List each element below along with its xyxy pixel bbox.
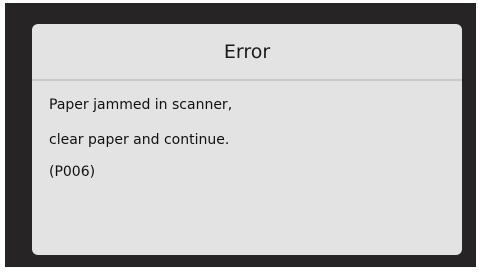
dialog-title: Error <box>223 41 271 63</box>
message-line-1: Paper jammed in scanner, <box>49 97 233 113</box>
error-code: (P006) <box>49 164 96 180</box>
error-dialog: Error Paper jammed in scanner, clear pap… <box>32 24 462 255</box>
title-divider <box>32 79 462 81</box>
device-screen: Error Paper jammed in scanner, clear pap… <box>0 0 482 273</box>
message-line-2: clear paper and continue. <box>49 132 230 148</box>
